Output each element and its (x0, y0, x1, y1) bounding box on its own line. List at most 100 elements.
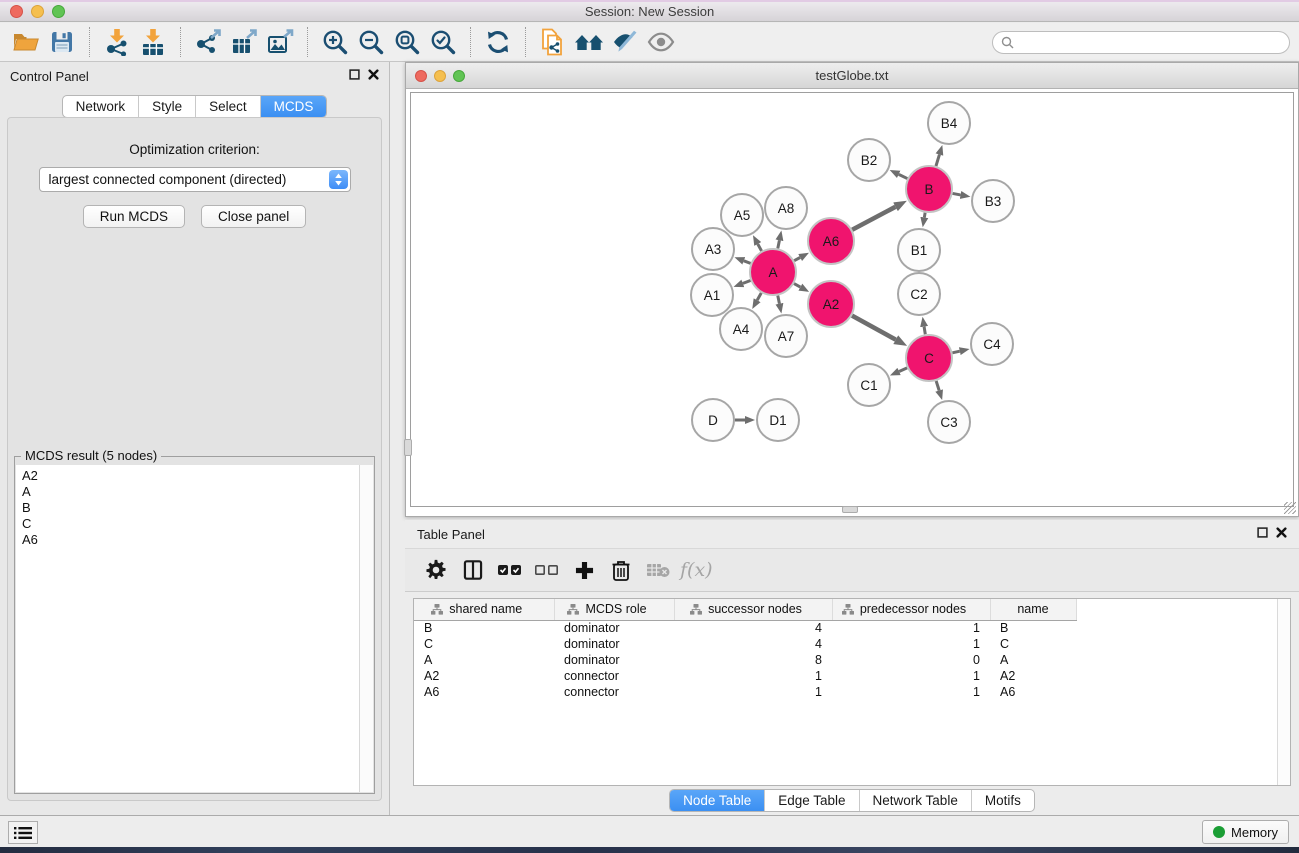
cell-name[interactable]: B (990, 620, 1076, 636)
panel-gripper-bottom[interactable] (842, 506, 858, 513)
deselect-all-icon[interactable] (532, 555, 562, 585)
cell-shared_name[interactable]: A2 (414, 668, 554, 684)
cell-mcds_role[interactable]: connector (554, 668, 674, 684)
refresh-layout-icon[interactable] (480, 26, 516, 58)
graph-node-A[interactable]: A (750, 249, 796, 295)
mcds-result-item[interactable]: A (22, 484, 359, 500)
graph-node-B1[interactable]: B1 (898, 229, 940, 271)
memory-button[interactable]: Memory (1202, 820, 1289, 844)
graph-node-A4[interactable]: A4 (720, 308, 762, 350)
column-header-shared_name[interactable]: shared name (414, 599, 554, 620)
graph-node-B3[interactable]: B3 (972, 180, 1014, 222)
network-canvas[interactable]: B4B2BB3A8A5A6A3B1AC2A1A2A4A7C4CC1DD1C3 (410, 92, 1294, 507)
cell-name[interactable]: C (990, 636, 1076, 652)
cell-successor_nodes[interactable]: 4 (674, 636, 832, 652)
cell-successor_nodes[interactable]: 1 (674, 684, 832, 700)
graph-edge-A2-C[interactable] (852, 316, 896, 340)
float-panel-icon[interactable] (349, 67, 360, 85)
graph-edge-A-A5[interactable] (758, 244, 762, 251)
hide-selected-icon[interactable] (607, 26, 643, 58)
tab-network-table[interactable]: Network Table (860, 790, 972, 811)
graph-edge-B-B3[interactable] (953, 193, 961, 194)
table-row[interactable]: Cdominator41C (414, 636, 1096, 652)
cell-predecessor_nodes[interactable]: 1 (832, 636, 990, 652)
gear-icon[interactable] (421, 555, 451, 585)
mcds-result-scrollbar[interactable] (359, 465, 373, 792)
show-panels-button[interactable] (8, 821, 38, 844)
cell-successor_nodes[interactable]: 1 (674, 668, 832, 684)
graph-edge-C-C3[interactable] (936, 381, 939, 391)
cell-mcds_role[interactable]: connector (554, 684, 674, 700)
graph-node-B[interactable]: B (906, 166, 952, 212)
resize-corner-icon[interactable] (1284, 502, 1296, 514)
floppy-save-icon[interactable] (44, 26, 80, 58)
export-network-icon[interactable] (190, 26, 226, 58)
tab-select[interactable]: Select (196, 96, 261, 117)
cell-mcds_role[interactable]: dominator (554, 620, 674, 636)
graph-edge-A-A3[interactable] (744, 261, 751, 264)
import-table-icon[interactable] (135, 26, 171, 58)
add-column-icon[interactable] (569, 555, 599, 585)
graph-edge-B-B2[interactable] (899, 174, 908, 178)
graph-node-A2[interactable]: A2 (808, 281, 854, 327)
cell-successor_nodes[interactable]: 4 (674, 620, 832, 636)
zoom-selected-icon[interactable] (425, 26, 461, 58)
graph-edge-A-A4[interactable] (757, 293, 761, 300)
table-scrollbar[interactable] (1277, 599, 1290, 785)
graph-node-C1[interactable]: C1 (848, 364, 890, 406)
cell-name[interactable]: A (990, 652, 1076, 668)
cell-predecessor_nodes[interactable]: 1 (832, 620, 990, 636)
table-row[interactable]: A6connector11A6 (414, 684, 1096, 700)
cell-name[interactable]: A6 (990, 684, 1076, 700)
mcds-result-item[interactable]: C (22, 516, 359, 532)
graph-node-A3[interactable]: A3 (692, 228, 734, 270)
mcds-result-item[interactable]: B (22, 500, 359, 516)
optimization-criterion-dropdown[interactable]: largest connected component (directed) (39, 167, 351, 192)
columns-icon[interactable] (458, 555, 488, 585)
graph-edge-A-A6[interactable] (794, 257, 800, 260)
graph-edge-B-B1[interactable] (924, 213, 925, 218)
graph-edge-A-A1[interactable] (743, 280, 751, 283)
search-box[interactable] (992, 31, 1290, 54)
search-input[interactable] (1019, 33, 1289, 51)
tab-motifs[interactable]: Motifs (972, 790, 1034, 811)
close-panel-button[interactable]: Close panel (201, 205, 306, 228)
tab-network[interactable]: Network (63, 96, 140, 117)
export-image-icon[interactable] (262, 26, 298, 58)
tab-edge-table[interactable]: Edge Table (765, 790, 859, 811)
zoom-out-icon[interactable] (353, 26, 389, 58)
graph-node-A8[interactable]: A8 (765, 187, 807, 229)
mcds-result-item[interactable]: A6 (22, 532, 359, 548)
graph-node-A6[interactable]: A6 (808, 218, 854, 264)
close-table-panel-icon[interactable] (1276, 525, 1287, 543)
graph-node-C2[interactable]: C2 (898, 273, 940, 315)
column-header-name[interactable]: name (990, 599, 1076, 620)
graph-edge-A-A7[interactable] (778, 296, 780, 304)
tab-style[interactable]: Style (139, 96, 196, 117)
cell-shared_name[interactable]: A6 (414, 684, 554, 700)
graph-node-B4[interactable]: B4 (928, 102, 970, 144)
float-table-panel-icon[interactable] (1257, 525, 1268, 543)
cell-shared_name[interactable]: A (414, 652, 554, 668)
tab-node-table[interactable]: Node Table (670, 790, 765, 811)
mcds-result-list[interactable]: A2ABCA6 (16, 465, 359, 792)
table-row[interactable]: Adominator80A (414, 652, 1096, 668)
cell-shared_name[interactable]: C (414, 636, 554, 652)
graph-edge-B-B4[interactable] (936, 155, 939, 166)
import-network-icon[interactable] (99, 26, 135, 58)
graph-node-C4[interactable]: C4 (971, 323, 1013, 365)
graph-node-B2[interactable]: B2 (848, 139, 890, 181)
table-row[interactable]: Bdominator41B (414, 620, 1096, 636)
cell-predecessor_nodes[interactable]: 1 (832, 668, 990, 684)
cell-mcds_role[interactable]: dominator (554, 652, 674, 668)
graph-node-A5[interactable]: A5 (721, 194, 763, 236)
show-all-icon[interactable] (643, 26, 679, 58)
column-header-predecessor_nodes[interactable]: predecessor nodes (832, 599, 990, 620)
table-row[interactable]: A2connector11A2 (414, 668, 1096, 684)
graph-node-A1[interactable]: A1 (691, 274, 733, 316)
zoom-in-icon[interactable] (317, 26, 353, 58)
select-all-icon[interactable] (495, 555, 525, 585)
cell-successor_nodes[interactable]: 8 (674, 652, 832, 668)
column-header-mcds_role[interactable]: MCDS role (554, 599, 674, 620)
cell-shared_name[interactable]: B (414, 620, 554, 636)
